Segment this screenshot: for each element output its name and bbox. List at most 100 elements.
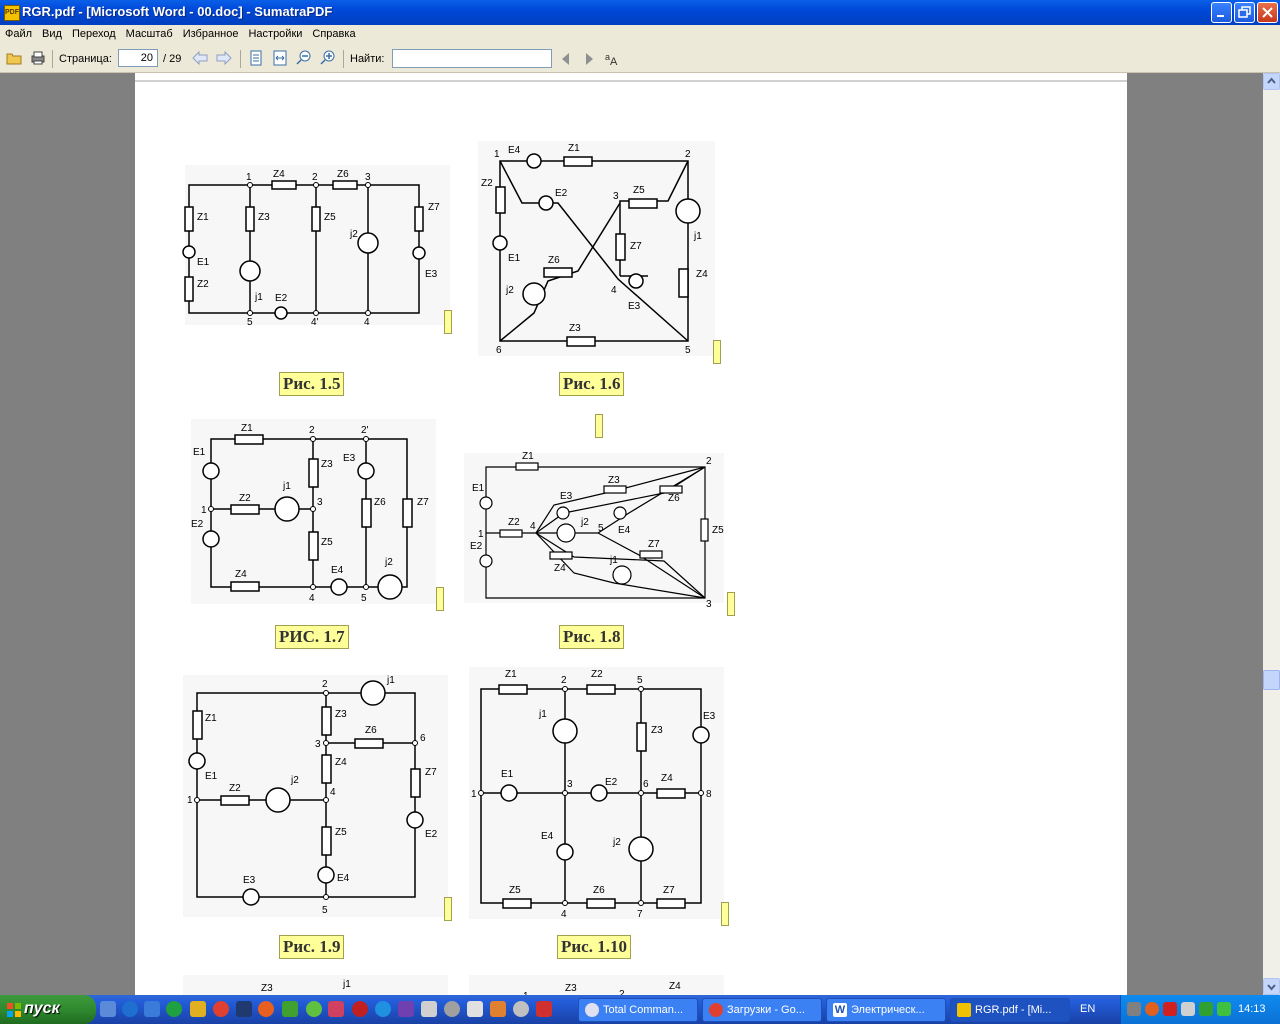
svg-text:E2: E2 <box>191 519 204 530</box>
annotation-marker <box>713 340 721 364</box>
close-button[interactable] <box>1257 2 1278 23</box>
menu-settings[interactable]: Настройки <box>243 25 307 40</box>
svg-text:Z7: Z7 <box>663 885 675 896</box>
quicklaunch-icon[interactable] <box>444 1001 460 1017</box>
menu-bar: Файл Вид Переход Масштаб Избранное Настройки С… <box>0 25 1280 45</box>
svg-text:Z3: Z3 <box>569 323 581 334</box>
quicklaunch-icon[interactable] <box>467 1001 483 1017</box>
svg-text:Z2: Z2 <box>508 517 520 528</box>
find-input[interactable] <box>392 49 552 68</box>
print-icon[interactable] <box>30 50 46 67</box>
clock[interactable]: 14:13 <box>1238 1003 1266 1015</box>
svg-text:E2: E2 <box>470 541 483 552</box>
menu-favorites[interactable]: Избранное <box>178 25 244 40</box>
menu-zoom[interactable]: Масштаб <box>121 25 178 40</box>
scroll-down-button[interactable] <box>1263 978 1280 995</box>
quicklaunch-icon[interactable] <box>190 1001 206 1017</box>
forward-arrow-icon[interactable] <box>216 51 232 65</box>
quicklaunch-icon[interactable] <box>490 1001 506 1017</box>
caption-fig-1-5: Рис. 1.5 <box>279 372 345 396</box>
task-label: RGR.pdf - [Mi... <box>975 1004 1052 1016</box>
scroll-thumb[interactable] <box>1263 670 1280 690</box>
tray-icon[interactable] <box>1145 1002 1159 1016</box>
svg-text:Z7: Z7 <box>428 202 440 213</box>
quicklaunch-icon[interactable] <box>421 1001 437 1017</box>
quicklaunch-icon[interactable] <box>398 1001 414 1017</box>
fit-page-icon[interactable] <box>248 50 264 66</box>
chrome-icon[interactable] <box>213 1001 229 1017</box>
network-icon[interactable] <box>1217 1002 1231 1016</box>
partial-label: j1 <box>342 979 351 990</box>
svg-text:2: 2 <box>706 456 712 467</box>
scroll-up-button[interactable] <box>1263 73 1280 90</box>
photoshop-icon[interactable] <box>236 1001 252 1017</box>
svg-text:4: 4 <box>611 285 617 296</box>
quicklaunch-icon[interactable] <box>513 1001 529 1017</box>
menu-view[interactable]: Вид <box>37 25 67 40</box>
sumatra-app-icon[interactable]: PDF <box>4 5 20 21</box>
svg-text:E3: E3 <box>628 301 641 312</box>
circuit-1-9-svg: 2 3 6 4 1 5 j1 Z1 Z3 Z6 E1 Z4 Z7 Z2 j2 E2 Z5 E4 E3 <box>187 675 438 916</box>
circuit-1-10-svg: 2 5 1 3 6 8 4 7 Z1 Z2 j1 Z3 E3 E1 E2 Z4 E4 j2 Z5 Z6 Z7 <box>471 669 716 920</box>
tray-icon[interactable] <box>1199 1002 1213 1016</box>
svg-text:Z6: Z6 <box>668 493 680 504</box>
start-button[interactable]: пуск <box>0 995 96 1024</box>
find-next-icon[interactable] <box>583 52 595 66</box>
svg-text:Z2: Z2 <box>197 279 209 290</box>
task-word-document[interactable]: W Электрическ... <box>826 998 946 1022</box>
menu-help[interactable]: Справка <box>307 25 360 40</box>
page-number-input[interactable]: 20 <box>118 49 158 67</box>
minimize-button[interactable] <box>1211 2 1232 23</box>
svg-text:Z5: Z5 <box>633 185 645 196</box>
ie-icon[interactable] <box>122 1001 138 1017</box>
circuit-1-7-svg: 2 2' 1 3 4 5 Z1 E1 Z3 E3 j1 Z2 Z6 Z7 E2 Z5 Z4 E4 j2 <box>191 423 429 604</box>
svg-text:Z7: Z7 <box>630 241 642 252</box>
sumatra-icon <box>957 1003 971 1017</box>
fit-width-icon[interactable] <box>272 50 288 66</box>
quicklaunch-icon[interactable] <box>328 1001 344 1017</box>
quicklaunch-icon[interactable] <box>258 1001 274 1017</box>
svg-text:j1: j1 <box>538 709 547 720</box>
svg-text:4: 4 <box>330 787 336 798</box>
taskbar: пуск Total Comman... Загрузки - Go... W … <box>0 995 1280 1024</box>
svg-text:Z2: Z2 <box>481 178 493 189</box>
zoom-in-icon[interactable] <box>320 50 336 66</box>
task-sumatrapdf[interactable]: RGR.pdf - [Mi... <box>950 998 1070 1022</box>
svg-text:E4: E4 <box>618 525 631 536</box>
task-chrome-downloads[interactable]: Загрузки - Go... <box>702 998 822 1022</box>
svg-text:3: 3 <box>567 779 573 790</box>
back-arrow-icon[interactable] <box>192 51 208 65</box>
task-total-commander[interactable]: Total Comman... <box>578 998 698 1022</box>
vertical-scrollbar[interactable] <box>1263 73 1280 995</box>
svg-text:E3: E3 <box>560 491 573 502</box>
svg-text:1: 1 <box>201 505 207 516</box>
menu-file[interactable]: Файл <box>0 25 37 40</box>
quicklaunch-icon[interactable] <box>282 1001 298 1017</box>
quicklaunch-icon[interactable] <box>536 1001 552 1017</box>
maximize-button[interactable] <box>1234 2 1255 23</box>
volume-icon[interactable] <box>1181 1002 1195 1016</box>
svg-text:E3: E3 <box>243 875 256 886</box>
document-viewport[interactable]: 1 2 3 5 4' 4 Z4 Z6 Z1 Z3 Z5 j2 Z7 E1 Z2 j1 E2 E3 <box>0 73 1263 995</box>
tray-icon[interactable] <box>1127 1002 1141 1016</box>
svg-text:6: 6 <box>643 779 649 790</box>
desktop-icon[interactable] <box>144 1001 160 1017</box>
svg-text:j1: j1 <box>282 481 291 492</box>
task-label: Загрузки - Go... <box>727 1004 805 1016</box>
zoom-out-icon[interactable] <box>296 50 312 66</box>
svg-text:3: 3 <box>317 497 323 508</box>
skype-icon[interactable] <box>375 1001 391 1017</box>
svg-text:E2: E2 <box>425 829 438 840</box>
language-indicator[interactable]: EN <box>1080 1003 1095 1015</box>
task-label: Total Comman... <box>603 1004 684 1016</box>
shield-icon[interactable] <box>1163 1002 1177 1016</box>
find-previous-icon[interactable] <box>560 52 572 66</box>
match-case-icon[interactable]: aA <box>604 51 622 67</box>
open-folder-icon[interactable] <box>6 50 22 67</box>
svg-text:Z4: Z4 <box>696 269 708 280</box>
quicklaunch-icon[interactable] <box>352 1001 368 1017</box>
menu-go[interactable]: Переход <box>67 25 121 40</box>
quicklaunch-icon[interactable] <box>306 1001 322 1017</box>
quicklaunch-icon[interactable] <box>166 1001 182 1017</box>
quicklaunch-icon[interactable] <box>100 1001 116 1017</box>
